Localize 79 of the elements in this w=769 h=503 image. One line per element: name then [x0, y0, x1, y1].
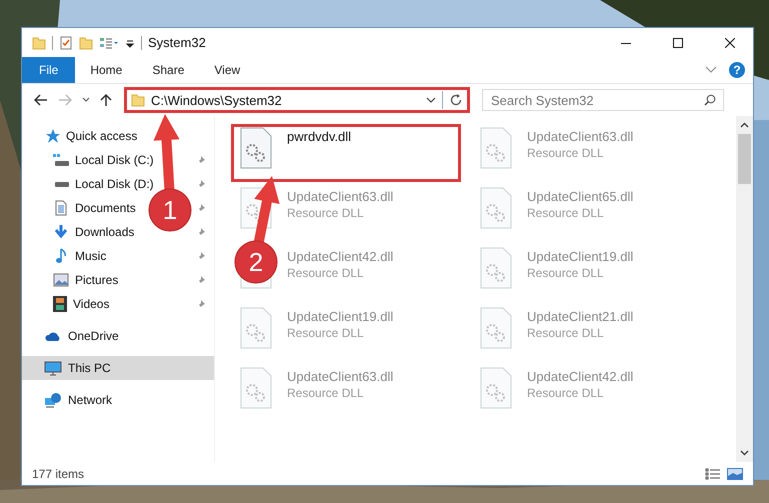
file-name: UpdateClient42.dll: [527, 369, 634, 384]
new-folder-icon[interactable]: [79, 36, 93, 50]
gear-file-icon: [239, 127, 273, 169]
file-type: Resource DLL: [527, 326, 605, 340]
monitor-icon: [44, 360, 62, 376]
film-icon: [53, 296, 67, 312]
gear-file-icon: [479, 127, 513, 169]
large-icons-view-icon[interactable]: [727, 468, 743, 480]
file-type: Resource DLL: [527, 206, 605, 220]
sidebar-item[interactable]: Quick access: [22, 124, 214, 148]
sidebar-item[interactable]: Documents: [22, 196, 140, 220]
search-field[interactable]: Search System32: [482, 89, 724, 111]
back-icon[interactable]: [34, 94, 48, 106]
help-button[interactable]: ?: [729, 62, 745, 78]
sidebar-item[interactable]: OneDrive: [22, 324, 214, 348]
details-view-icon[interactable]: [705, 468, 721, 480]
drive-icon: [53, 153, 69, 167]
scroll-down-icon[interactable]: [740, 450, 749, 456]
address-field[interactable]: C:\Windows\System32: [124, 87, 470, 113]
window-title: System32: [148, 35, 206, 50]
caret-icon[interactable]: [82, 97, 90, 103]
file-type: Resource DLL: [527, 146, 605, 160]
sidebar-item[interactable]: This PC: [22, 356, 214, 380]
file-name: UpdateClient63.dll: [287, 189, 394, 204]
file-type: Resource DLL: [287, 206, 365, 220]
highlighted-file-item[interactable]: pwrdvdv.dll: [231, 124, 461, 182]
close-icon: [725, 38, 735, 48]
ribbon-tab[interactable]: View: [199, 57, 256, 83]
folder-icon[interactable]: [32, 36, 46, 50]
item-count: 177 items: [32, 466, 84, 480]
file-type: Resource DLL: [287, 266, 365, 280]
gear-file-icon: [239, 307, 273, 349]
file-name: pwrdvdv.dll: [287, 129, 352, 144]
gear-file-icon: [479, 187, 513, 229]
file-name: UpdateClient42.dll: [287, 249, 394, 264]
gear-file-icon: [479, 367, 513, 409]
sidebar-item[interactable]: Pictures: [22, 268, 122, 292]
file-name: UpdateClient63.dll: [527, 129, 634, 144]
gear-file-icon: [239, 367, 273, 409]
folder-icon: [131, 93, 145, 107]
chevron-icon[interactable]: [705, 66, 717, 74]
network-icon: [44, 392, 62, 408]
gear-file-icon: [479, 247, 513, 289]
properties-icon[interactable]: [59, 36, 73, 50]
forward-icon[interactable]: [58, 94, 72, 106]
scrollbar[interactable]: [736, 116, 753, 462]
download-icon: [53, 224, 69, 240]
view-icon[interactable]: [99, 36, 119, 50]
maximize-icon: [673, 38, 683, 48]
ribbon-tab[interactable]: Share: [137, 57, 200, 83]
file-type: Resource DLL: [287, 386, 365, 400]
file-name: UpdateClient19.dll: [527, 249, 634, 264]
up-icon[interactable]: [100, 93, 112, 107]
file-type: Resource DLL: [527, 266, 605, 280]
file-type: Resource DLL: [287, 326, 365, 340]
sidebar-item[interactable]: Network: [22, 388, 214, 412]
music-note-icon: [53, 248, 69, 264]
image-icon: [53, 273, 69, 287]
document-icon: [53, 200, 69, 216]
file-name: UpdateClient63.dll: [287, 369, 394, 384]
refresh-icon[interactable]: [449, 93, 463, 107]
file-name: UpdateClient21.dll: [527, 309, 634, 324]
step-marker: 2: [234, 240, 278, 284]
sidebar-item[interactable]: Music: [22, 244, 110, 268]
scroll-up-icon[interactable]: [740, 122, 749, 128]
file-type: Resource DLL: [527, 386, 605, 400]
sidebar-item[interactable]: Videos: [22, 292, 114, 316]
sidebar-item[interactable]: Local Disk (C:): [22, 148, 158, 172]
sidebar-item[interactable]: Downloads: [22, 220, 138, 244]
ribbon-tab[interactable]: File: [22, 57, 76, 83]
ribbon-tab[interactable]: Home: [75, 57, 138, 83]
drive-icon: [53, 180, 69, 188]
file-name: UpdateClient19.dll: [287, 309, 394, 324]
dropdown-icon[interactable]: [426, 97, 436, 103]
file-name: UpdateClient65.dll: [527, 189, 634, 204]
search-icon[interactable]: [704, 94, 716, 106]
scrollbar-thumb[interactable]: [738, 134, 751, 184]
gear-file-icon: [479, 307, 513, 349]
star-icon: [44, 128, 60, 144]
